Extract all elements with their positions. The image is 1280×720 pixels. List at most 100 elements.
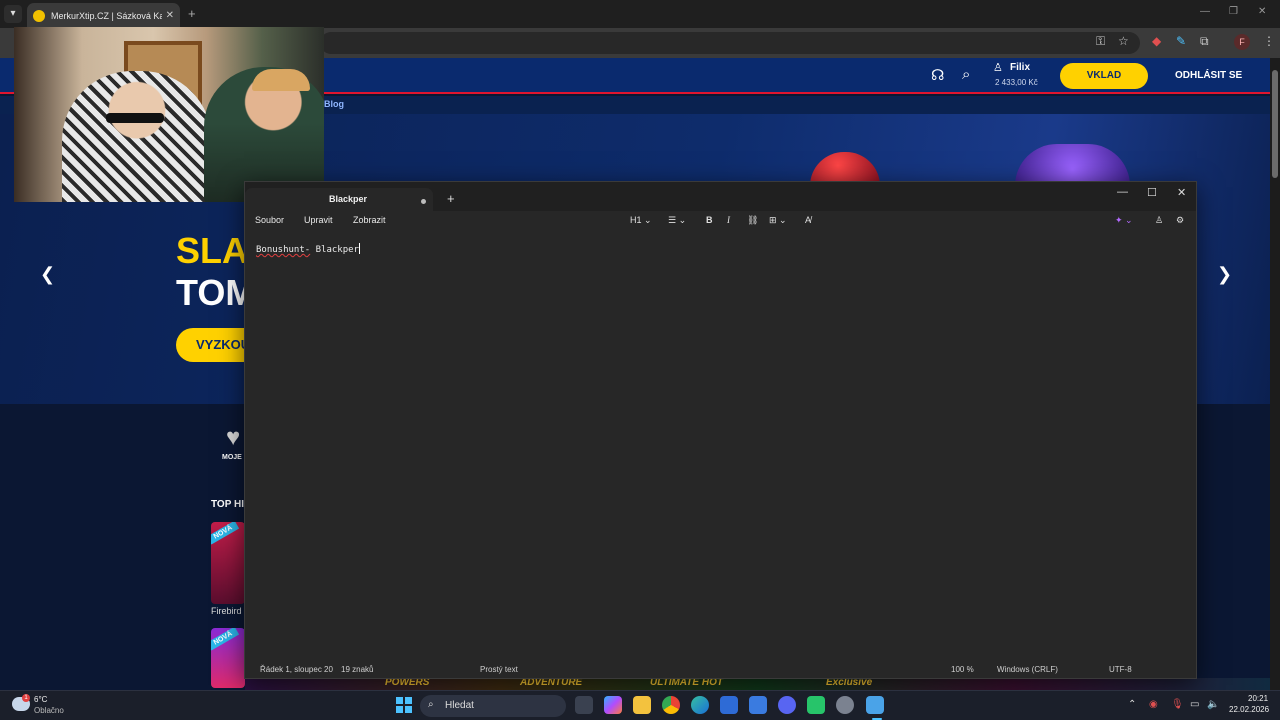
clock-date[interactable]: 22.02.2026: [1229, 705, 1269, 714]
minimize-icon[interactable]: —: [1200, 6, 1210, 17]
password-key-icon[interactable]: ⚿: [1096, 34, 1105, 49]
status-encoding[interactable]: UTF-8: [1109, 665, 1132, 674]
windows-taskbar: 1 6°C Oblačno ⌕ Hledat ⌃ ◉ 🎙 ▭ 🔈 20:21 2…: [0, 690, 1280, 720]
weather-condition[interactable]: Oblačno: [34, 706, 64, 715]
new-tab-button[interactable]: +: [188, 6, 196, 21]
heading-dropdown[interactable]: H1 ⌄: [630, 215, 652, 226]
deposit-button[interactable]: VKLAD: [1060, 63, 1148, 89]
notepad-close-icon[interactable]: ✕: [1177, 186, 1186, 199]
status-format[interactable]: Prostý text: [480, 665, 518, 674]
menu-zobrazit[interactable]: Zobrazit: [353, 215, 386, 225]
taskbar-search[interactable]: ⌕ Hledat: [420, 695, 566, 717]
menu-upravit[interactable]: Upravit: [304, 215, 333, 225]
clock-time[interactable]: 20:21: [1248, 694, 1268, 703]
extension-icon[interactable]: ◆: [1152, 34, 1161, 48]
unsaved-dot-icon[interactable]: [421, 199, 426, 204]
webcam-hair: [252, 69, 310, 91]
status-line-endings[interactable]: Windows (CRLF): [997, 665, 1058, 674]
address-bar[interactable]: [320, 32, 1140, 54]
game-tile-2[interactable]: NOVÁ: [211, 628, 245, 688]
status-char-count: 19 znaků: [341, 665, 374, 674]
tray-app-icon[interactable]: ◉: [1149, 699, 1158, 710]
list-format-icon[interactable]: ☰ ⌄: [668, 215, 686, 226]
mail-icon[interactable]: [749, 696, 767, 714]
file-explorer-icon[interactable]: [633, 696, 651, 714]
webcam-person-left: [62, 71, 212, 202]
browser-menu-icon[interactable]: ⋮: [1263, 34, 1275, 48]
notepad-titlebar[interactable]: Blackper + — ☐ ✕: [245, 182, 1196, 211]
start-windows-icon[interactable]: [396, 697, 412, 713]
account-icon[interactable]: ♙: [1155, 215, 1163, 226]
site-favicon-icon: [33, 9, 45, 22]
translate-extension-icon[interactable]: ✎: [1176, 34, 1186, 48]
close-tab-icon[interactable]: ✕: [166, 10, 174, 21]
logout-button[interactable]: ODHLÁSIT SE: [1175, 70, 1242, 81]
notepad-new-tab-button[interactable]: +: [447, 191, 455, 206]
game-tile-firebird[interactable]: NOVÁ: [211, 522, 245, 604]
new-badge: NOVÁ: [211, 522, 240, 545]
copilot-icon[interactable]: ✦ ⌄: [1115, 215, 1133, 226]
chat-app-icon[interactable]: [807, 696, 825, 714]
table-icon[interactable]: ⊞ ⌄: [769, 215, 787, 226]
copilot-app-icon[interactable]: [604, 696, 622, 714]
weather-temperature[interactable]: 6°C: [34, 695, 47, 704]
notepad-tab-title: Blackper: [329, 194, 368, 204]
settings-gear-icon[interactable]: ⚙: [1176, 215, 1184, 226]
search-icon[interactable]: ⌕: [962, 66, 980, 84]
banner-artwork-octopus: [1015, 144, 1130, 186]
discord-icon[interactable]: [778, 696, 796, 714]
link-icon[interactable]: ⛓: [747, 215, 758, 226]
user-balance: 2 433,00 Kč: [995, 78, 1038, 87]
nav-blog-link[interactable]: Blog: [324, 99, 344, 109]
italic-icon[interactable]: I: [727, 215, 730, 225]
weather-badge: 1: [22, 694, 30, 702]
text-caret: [358, 243, 360, 254]
misspelled-word[interactable]: Bonushunt-: [256, 245, 310, 255]
new-badge: NOVÁ: [211, 628, 240, 651]
restore-icon[interactable]: ❐: [1229, 6, 1238, 17]
scrollbar-thumb[interactable]: [1272, 70, 1278, 178]
editor-text[interactable]: Blackper: [310, 245, 359, 255]
browser-tab-title: MerkurXtip.CZ | Sázková Kancel: [51, 10, 162, 21]
game-name[interactable]: Firebird: [211, 606, 242, 616]
notepad-menubar: Soubor Upravit Zobrazit H1 ⌄ ☰ ⌄ B I ⛓ ⊞…: [245, 211, 1196, 231]
banner-headline-1: SLA: [176, 230, 248, 271]
favorites-heart-icon[interactable]: ♥: [226, 424, 240, 452]
user-icon[interactable]: ♙: [993, 61, 1011, 79]
browser-tab-merkurxtip[interactable]: MerkurXtip.CZ | Sázková Kancel ✕: [27, 3, 180, 28]
chrome-icon[interactable]: [662, 696, 680, 714]
tray-overflow-icon[interactable]: ⌃: [1128, 699, 1136, 710]
notepad-minimize-icon[interactable]: —: [1117, 186, 1128, 198]
banner-prev-arrow-icon[interactable]: ❮: [40, 264, 55, 285]
extensions-puzzle-icon[interactable]: ⧉: [1200, 34, 1209, 49]
menu-soubor[interactable]: Soubor: [255, 215, 284, 225]
top-games-title: TOP HI: [211, 499, 244, 510]
search-icon: ⌕: [428, 699, 434, 710]
volume-icon[interactable]: 🔈: [1207, 699, 1219, 710]
notepad-app-icon[interactable]: [866, 696, 884, 714]
bold-icon[interactable]: B: [706, 215, 713, 225]
bookmark-star-icon[interactable]: ☆: [1118, 34, 1129, 48]
microphone-icon[interactable]: 🎙: [1171, 699, 1184, 710]
heading-level: H1: [630, 215, 642, 225]
support-headset-icon[interactable]: ☊: [931, 66, 949, 84]
settings-app-icon[interactable]: [836, 696, 854, 714]
notepad-text-area[interactable]: Bonushunt- Blackper: [256, 243, 360, 255]
page-scrollbar[interactable]: [1270, 58, 1280, 690]
close-window-icon[interactable]: ✕: [1258, 6, 1266, 17]
network-icon[interactable]: ▭: [1190, 699, 1199, 710]
banner-next-arrow-icon[interactable]: ❯: [1217, 264, 1232, 285]
profile-avatar[interactable]: F: [1234, 34, 1250, 50]
tab-search-icon[interactable]: ▾: [4, 5, 22, 23]
clear-formatting-icon[interactable]: A̸: [805, 215, 811, 225]
task-view-icon[interactable]: [575, 696, 593, 714]
notepad-maximize-icon[interactable]: ☐: [1147, 186, 1157, 199]
search-placeholder: Hledat: [445, 700, 474, 711]
webcam-sunglasses: [106, 113, 164, 123]
notepad-tab[interactable]: Blackper: [245, 188, 433, 211]
user-name[interactable]: Filix: [1010, 62, 1030, 73]
webcam-overlay: [14, 27, 324, 202]
status-zoom[interactable]: 100 %: [951, 665, 974, 674]
store-icon[interactable]: [720, 696, 738, 714]
edge-icon[interactable]: [691, 696, 709, 714]
